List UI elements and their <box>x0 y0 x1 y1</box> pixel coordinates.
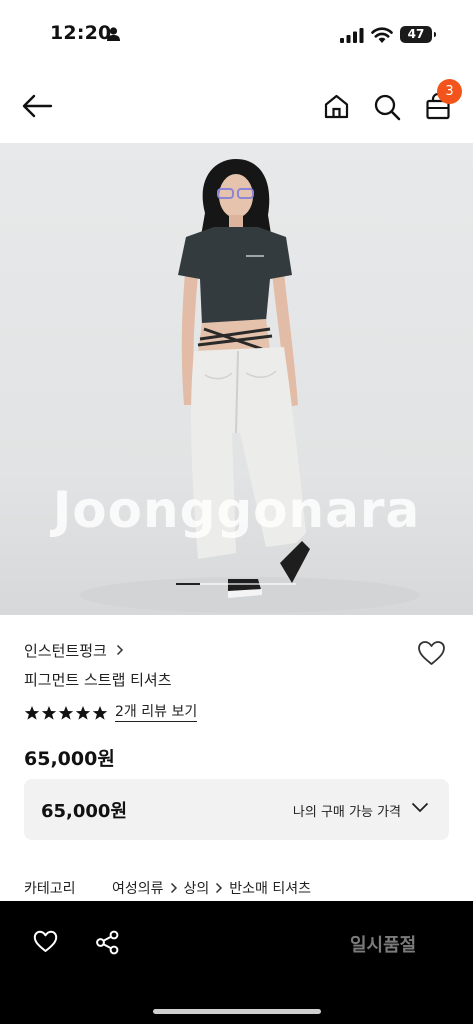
star-icon <box>75 705 91 720</box>
heart-icon[interactable] <box>33 930 58 953</box>
back-arrow-icon[interactable] <box>22 94 53 118</box>
home-icon[interactable] <box>323 93 350 120</box>
product-price: 65,000원 <box>24 748 115 770</box>
selector-price: 65,000원 <box>41 801 128 822</box>
carousel-indicator <box>176 583 296 585</box>
category-label: 카테고리 <box>24 881 76 897</box>
carousel-indicator-track <box>200 583 296 585</box>
chevron-down-icon <box>411 802 429 813</box>
review-link[interactable]: 2개 리뷰 보기 <box>115 703 198 722</box>
brand-name: 인스턴트펑크 <box>24 642 107 660</box>
chevron-right-icon <box>116 644 123 656</box>
cart-count-badge: 3 <box>437 79 462 104</box>
share-icon[interactable] <box>95 930 120 955</box>
bottom-action-bar: 일시품절 <box>0 901 473 1024</box>
rating: 2개 리뷰 보기 <box>24 703 198 722</box>
selector-label: 나의 구매 가능 가격 <box>292 805 401 820</box>
product-image-carousel[interactable]: Joonggonara <box>0 143 473 615</box>
purchase-price-selector[interactable]: 65,000원 나의 구매 가능 가격 <box>24 779 449 840</box>
star-icon <box>58 705 74 720</box>
search-icon[interactable] <box>373 93 401 121</box>
star-icon <box>41 705 57 720</box>
carousel-indicator-active <box>176 583 200 585</box>
breadcrumb-item[interactable]: 여성의류 <box>112 878 164 898</box>
status-bar: 12:20 47 <box>0 0 473 70</box>
star-icon <box>24 705 40 720</box>
wishlist-heart-icon[interactable] <box>417 640 446 666</box>
category-breadcrumb: 카테고리 여성의류 상의 반소매 티셔츠 <box>24 878 311 898</box>
brand-link[interactable]: 인스턴트펑크 <box>24 640 124 661</box>
chevron-right-icon <box>170 882 177 894</box>
status-time: 12:20 <box>50 22 112 44</box>
wifi-icon <box>371 27 393 43</box>
chevron-right-icon <box>216 882 223 894</box>
person-icon <box>107 27 120 41</box>
star-icon <box>92 705 108 720</box>
battery-level: 47 <box>407 27 425 41</box>
breadcrumb-item[interactable]: 반소매 티셔츠 <box>229 878 311 898</box>
product-photo <box>80 159 420 613</box>
sold-out-button: 일시품절 <box>350 935 417 956</box>
battery-indicator: 47 <box>400 26 436 43</box>
home-indicator <box>153 1009 321 1014</box>
breadcrumb-item[interactable]: 상의 <box>184 878 210 898</box>
watermark-text: Joonggonara <box>52 481 421 539</box>
top-navigation: 3 <box>0 70 473 143</box>
product-title: 피그먼트 스트랩 티셔츠 <box>24 671 172 689</box>
signal-icon <box>340 28 364 43</box>
